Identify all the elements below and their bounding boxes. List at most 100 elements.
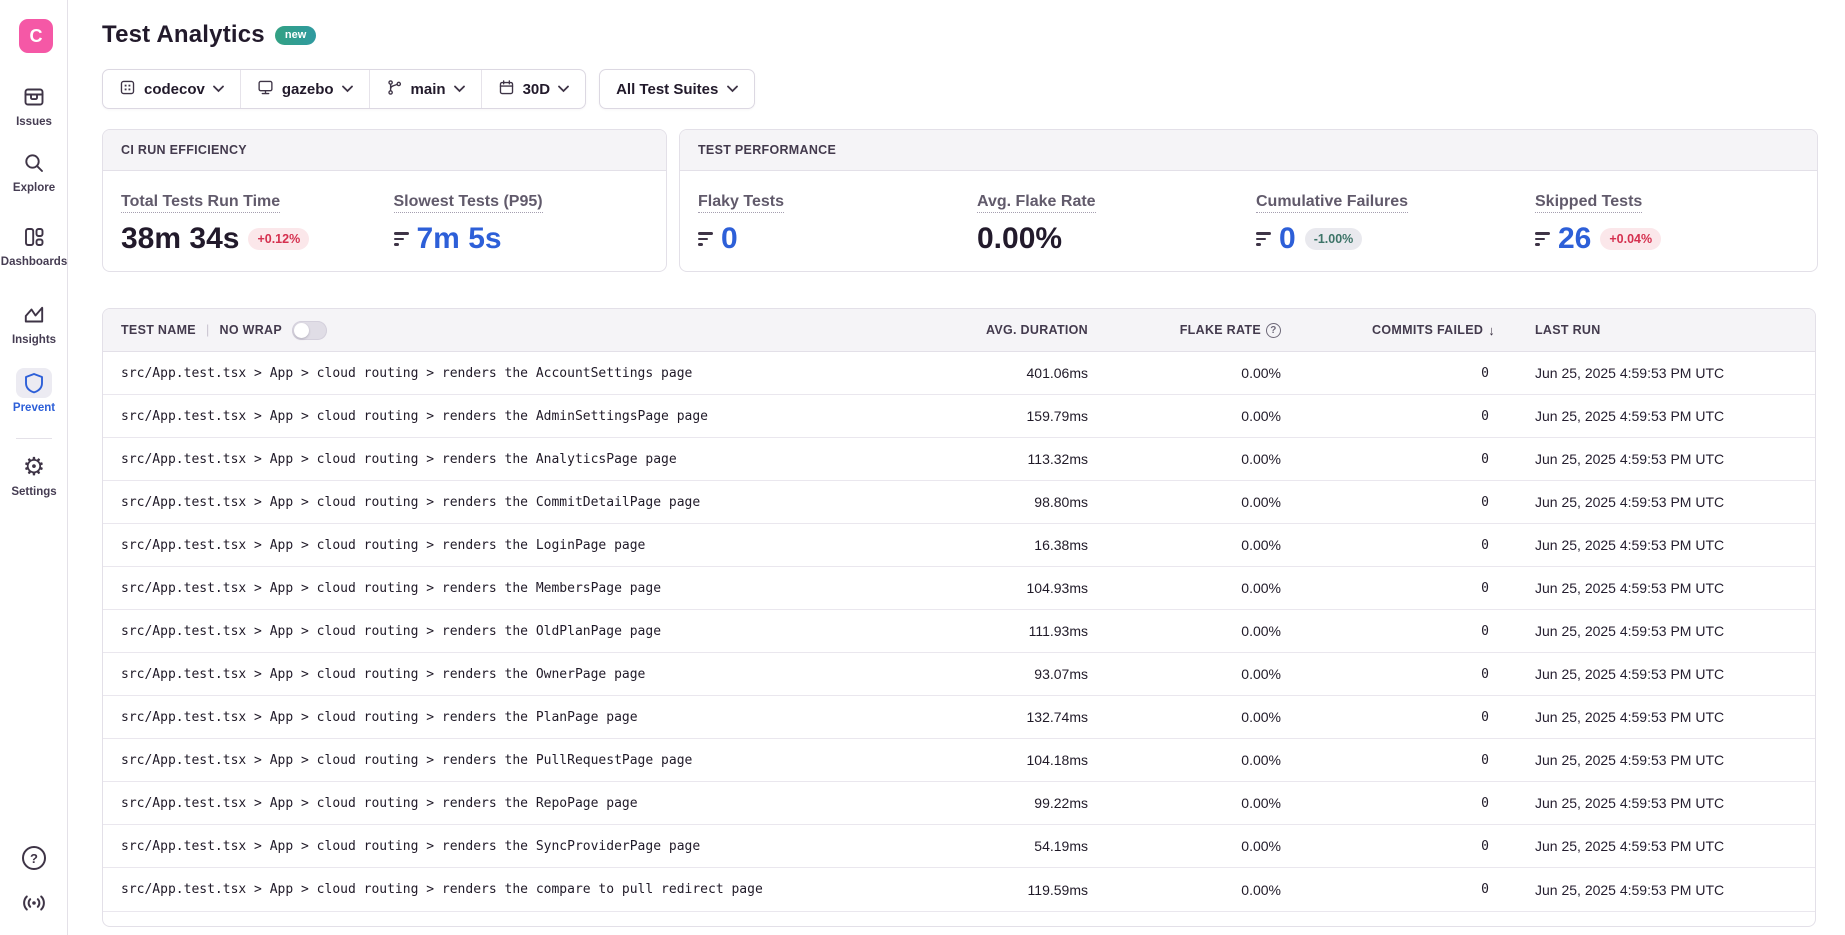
main-content: Test Analytics new codecov (68, 0, 1845, 935)
test-name-cell[interactable]: src/App.test.tsx > App > cloud routing >… (103, 624, 921, 639)
help-button[interactable]: ? (0, 844, 68, 877)
chevron-down-icon (727, 85, 738, 93)
gear-icon: ⚙ (16, 452, 52, 482)
whats-new-button[interactable] (0, 892, 68, 919)
test-name-cell[interactable]: src/App.test.tsx > App > cloud routing >… (103, 710, 921, 725)
sidebar-item-explore[interactable]: Explore (0, 148, 68, 194)
org-icon (119, 79, 136, 100)
metric-value[interactable]: 0 (1279, 222, 1296, 256)
avg-duration-cell: 111.93ms (921, 623, 1101, 639)
test-name-cell[interactable]: src/App.test.tsx > App > cloud routing >… (103, 581, 921, 596)
tests-table: TEST NAME | NO WRAP AVG. DURATION FLAKE … (102, 308, 1816, 927)
sidebar-divider (16, 438, 52, 439)
repo-filter[interactable]: gazebo (241, 70, 370, 108)
table-row[interactable]: src/App.test.tsx > App > cloud routing >… (103, 696, 1815, 739)
flake-rate-cell: 0.00% (1101, 623, 1294, 639)
sidebar-item-settings[interactable]: ⚙ Settings (0, 452, 68, 498)
metric-label[interactable]: Slowest Tests (P95) (394, 193, 543, 213)
metric-label[interactable]: Skipped Tests (1535, 193, 1642, 213)
test-name-cell[interactable]: src/App.test.tsx > App > cloud routing >… (103, 495, 921, 510)
filter-bar: codecov gazebo (102, 69, 1845, 109)
table-row[interactable]: src/App.test.tsx > App > cloud routing >… (103, 825, 1815, 868)
org-filter-value: codecov (144, 81, 205, 98)
commits-failed-cell: 0 (1294, 538, 1508, 553)
metric-avg-flake-rate: Avg. Flake Rate 0.00% (977, 193, 1256, 256)
metric-label[interactable]: Flaky Tests (698, 193, 784, 213)
sidebar-item-label: Explore (13, 182, 55, 194)
test-name-cell[interactable]: src/App.test.tsx > App > cloud routing >… (103, 839, 921, 854)
flake-rate-cell: 0.00% (1101, 882, 1294, 898)
commits-failed-cell: 0 (1294, 796, 1508, 811)
avg-duration-cell: 54.19ms (921, 838, 1101, 854)
delta-badge: +0.12% (248, 228, 309, 250)
test-name-cell[interactable]: src/App.test.tsx > App > cloud routing >… (103, 538, 921, 553)
table-row[interactable]: src/App.test.tsx > App > cloud routing >… (103, 567, 1815, 610)
metric-label[interactable]: Total Tests Run Time (121, 193, 280, 213)
branch-filter[interactable]: main (370, 70, 482, 108)
flake-rate-cell: 0.00% (1101, 666, 1294, 682)
metric-value[interactable]: 0 (721, 222, 738, 256)
metric-value[interactable]: 26 (1558, 222, 1591, 256)
table-row[interactable]: src/App.test.tsx > App > cloud routing >… (103, 352, 1815, 395)
test-performance-card: TEST PERFORMANCE Flaky Tests 0 Avg. Flak… (679, 129, 1818, 272)
test-name-cell[interactable]: src/App.test.tsx > App > cloud routing >… (103, 366, 921, 381)
header-divider: | (206, 323, 210, 337)
sort-lines-icon (1535, 232, 1550, 245)
date-range-filter[interactable]: 30D (482, 70, 586, 108)
sidebar-item-prevent[interactable]: Prevent (0, 368, 68, 414)
delta-badge: -1.00% (1305, 228, 1363, 250)
metric-label[interactable]: Cumulative Failures (1256, 193, 1408, 213)
test-name-cell[interactable]: src/App.test.tsx > App > cloud routing >… (103, 452, 921, 467)
test-name-cell[interactable]: src/App.test.tsx > App > cloud routing >… (103, 667, 921, 682)
codecov-logo[interactable]: C (19, 19, 53, 53)
new-badge: new (275, 26, 316, 45)
sidebar-item-label: Insights (12, 334, 56, 346)
avg-duration-cell: 113.32ms (921, 451, 1101, 467)
insights-icon (16, 300, 52, 330)
column-header-avg-duration[interactable]: AVG. DURATION (921, 323, 1101, 337)
table-row[interactable]: src/App.test.tsx > App > cloud routing >… (103, 610, 1815, 653)
broadcast-icon (21, 892, 47, 919)
table-row[interactable]: src/App.test.tsx > App > cloud routing >… (103, 739, 1815, 782)
sort-desc-icon: ↓ (1488, 323, 1495, 338)
svg-text:?: ? (30, 851, 38, 866)
metric-slowest-tests: Slowest Tests (P95) 7m 5s (394, 193, 667, 256)
table-row[interactable]: src/App.test.tsx > App > cloud routing >… (103, 481, 1815, 524)
ci-card-title: CI RUN EFFICIENCY (103, 130, 666, 171)
column-header-test-name[interactable]: TEST NAME | NO WRAP (103, 321, 921, 340)
table-row[interactable]: src/App.test.tsx > App > cloud routing >… (103, 653, 1815, 696)
perf-card-title: TEST PERFORMANCE (680, 130, 1817, 171)
calendar-icon (498, 79, 515, 100)
test-name-cell[interactable]: src/App.test.tsx > App > cloud routing >… (103, 796, 921, 811)
sidebar-item-dashboards[interactable]: Dashboards (0, 222, 68, 268)
last-run-cell: Jun 25, 2025 4:59:53 PM UTC (1508, 365, 1815, 381)
test-name-cell[interactable]: src/App.test.tsx > App > cloud routing >… (103, 882, 921, 897)
table-row[interactable]: src/App.test.tsx > App > cloud routing >… (103, 438, 1815, 481)
column-header-last-run[interactable]: LAST RUN (1508, 323, 1815, 337)
last-run-cell: Jun 25, 2025 4:59:53 PM UTC (1508, 494, 1815, 510)
commits-failed-cell: 0 (1294, 710, 1508, 725)
metric-cumulative-failures: Cumulative Failures 0 -1.00% (1256, 193, 1535, 256)
column-header-commits-failed[interactable]: COMMITS FAILED ↓ (1294, 323, 1508, 338)
sidebar-item-insights[interactable]: Insights (0, 300, 68, 346)
last-run-cell: Jun 25, 2025 4:59:53 PM UTC (1508, 537, 1815, 553)
sidebar: C Issues Explore Dashboards (0, 0, 68, 935)
table-row[interactable]: src/App.test.tsx > App > cloud routing >… (103, 782, 1815, 825)
metric-label[interactable]: Avg. Flake Rate (977, 193, 1096, 213)
commits-failed-cell: 0 (1294, 366, 1508, 381)
org-filter[interactable]: codecov (103, 70, 241, 108)
table-row[interactable]: src/App.test.tsx > App > cloud routing >… (103, 868, 1815, 911)
test-suites-filter[interactable]: All Test Suites (599, 69, 755, 109)
metric-value[interactable]: 7m 5s (417, 222, 502, 256)
column-header-flake-rate[interactable]: FLAKE RATE ? (1101, 323, 1294, 338)
table-row[interactable]: src/App.test.tsx > App > cloud routing >… (103, 524, 1815, 567)
test-name-cell[interactable]: src/App.test.tsx > App > cloud routing >… (103, 753, 921, 768)
test-suites-value: All Test Suites (616, 81, 718, 98)
help-icon: ? (20, 844, 48, 877)
test-name-cell[interactable]: src/App.test.tsx > App > cloud routing >… (103, 409, 921, 424)
metric-value: 38m 34s (121, 222, 239, 256)
commits-failed-cell: 0 (1294, 624, 1508, 639)
table-row[interactable]: src/App.test.tsx > App > cloud routing >… (103, 395, 1815, 438)
sidebar-item-issues[interactable]: Issues (0, 82, 68, 128)
no-wrap-toggle[interactable] (292, 321, 327, 340)
